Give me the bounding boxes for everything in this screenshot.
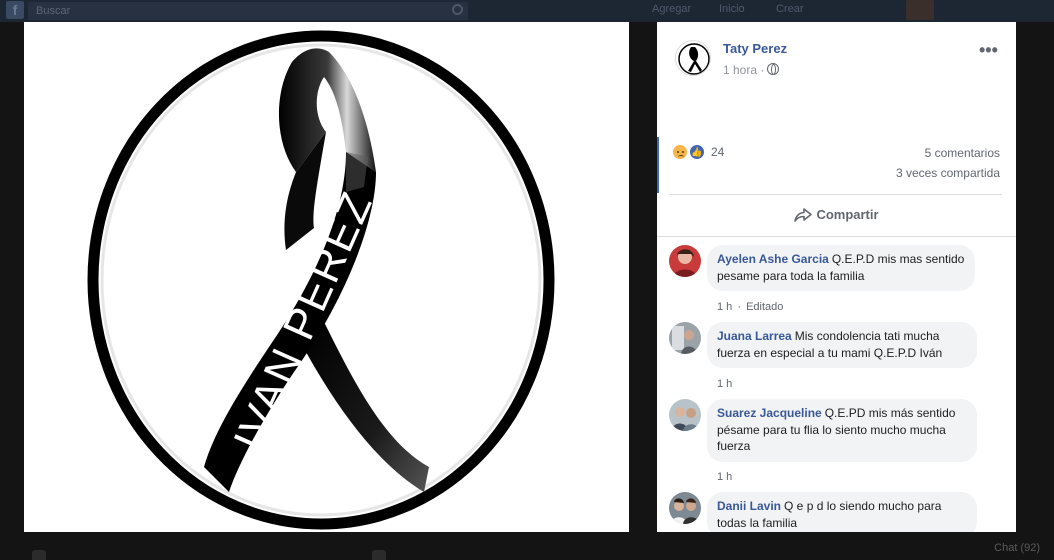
comment-bubble: Danii Lavin Q e p d lo siendo mucho para … xyxy=(707,492,977,532)
commenter-name-link[interactable]: Danii Lavin xyxy=(717,499,781,513)
comment-bubble: Ayelen Ashe Garcia Q.E.P.D mis mas sentid… xyxy=(707,245,975,291)
commenter-avatar[interactable] xyxy=(669,245,701,277)
comments-list: Ayelen Ashe Garcia Q.E.P.D mis mas sentid… xyxy=(657,236,1016,532)
mourning-ribbon-image: IVAN PEREZ xyxy=(87,30,555,530)
comment-time[interactable]: 1 h xyxy=(717,471,732,483)
comment-meta: 1 h xyxy=(717,378,732,390)
author-avatar[interactable] xyxy=(675,40,711,76)
commenter-avatar[interactable] xyxy=(669,399,701,431)
bottom-bar: Chat (92) xyxy=(0,540,1054,560)
comment-bubble: Suarez Jacqueline Q.E.PD mis más sentido … xyxy=(707,399,977,462)
nav-link-create[interactable]: Crear xyxy=(776,3,804,15)
globe-icon xyxy=(767,63,779,75)
commenter-name-link[interactable]: Suarez Jacqueline xyxy=(717,406,822,420)
share-arrow-icon xyxy=(794,208,813,222)
comment-edited-label[interactable]: Editado xyxy=(746,301,783,313)
comment-time[interactable]: 1 h xyxy=(717,301,732,313)
comment-meta: 1 h · Editado xyxy=(717,301,784,313)
panel-accent-bar xyxy=(657,137,659,193)
post-details-panel: Taty Perez 1 hora · ••• 👍 24 5 comentari… xyxy=(657,22,1016,532)
post-timestamp[interactable]: 1 hora · xyxy=(723,63,764,77)
like-reaction-icon[interactable]: 👍 xyxy=(688,143,706,161)
top-navigation-bar: f Buscar Agregar Inicio Crear xyxy=(0,0,1054,22)
more-options-icon[interactable]: ••• xyxy=(979,40,998,61)
commenter-avatar[interactable] xyxy=(669,322,701,354)
search-icon[interactable] xyxy=(452,4,463,15)
comment-meta: 1 h xyxy=(717,471,732,483)
commenter-avatar[interactable] xyxy=(669,492,701,524)
nav-link-home[interactable]: Inicio xyxy=(719,3,745,15)
comment-bubble: Juana Larrea Mis condolencia tati mucha f… xyxy=(707,322,977,368)
reaction-count[interactable]: 24 xyxy=(711,145,724,159)
commenter-name-link[interactable]: Ayelen Ashe Garcia xyxy=(717,252,829,266)
profile-avatar[interactable] xyxy=(906,0,934,20)
post-time-text[interactable]: 1 hora xyxy=(723,63,757,77)
divider xyxy=(669,194,1002,195)
comments-count-link[interactable]: 5 comentarios xyxy=(925,146,1000,160)
bottom-bar-shape xyxy=(372,550,386,560)
share-button[interactable]: Compartir xyxy=(657,198,1016,232)
comment-time[interactable]: 1 h xyxy=(717,378,732,390)
chat-label[interactable]: Chat (92) xyxy=(994,542,1040,554)
shares-count-link[interactable]: 3 veces compartida xyxy=(896,166,1000,180)
commenter-name-link[interactable]: Juana Larrea xyxy=(717,329,792,343)
share-label: Compartir xyxy=(816,207,879,222)
bottom-bar-shape xyxy=(32,550,46,560)
search-input[interactable]: Buscar xyxy=(28,2,468,20)
facebook-logo-icon[interactable]: f xyxy=(6,1,24,19)
author-name-link[interactable]: Taty Perez xyxy=(723,41,787,56)
nav-link-add[interactable]: Agregar xyxy=(652,3,691,15)
sad-reaction-icon[interactable] xyxy=(671,143,689,161)
post-photo[interactable]: IVAN PEREZ xyxy=(24,22,629,532)
time-separator: · xyxy=(760,63,765,77)
